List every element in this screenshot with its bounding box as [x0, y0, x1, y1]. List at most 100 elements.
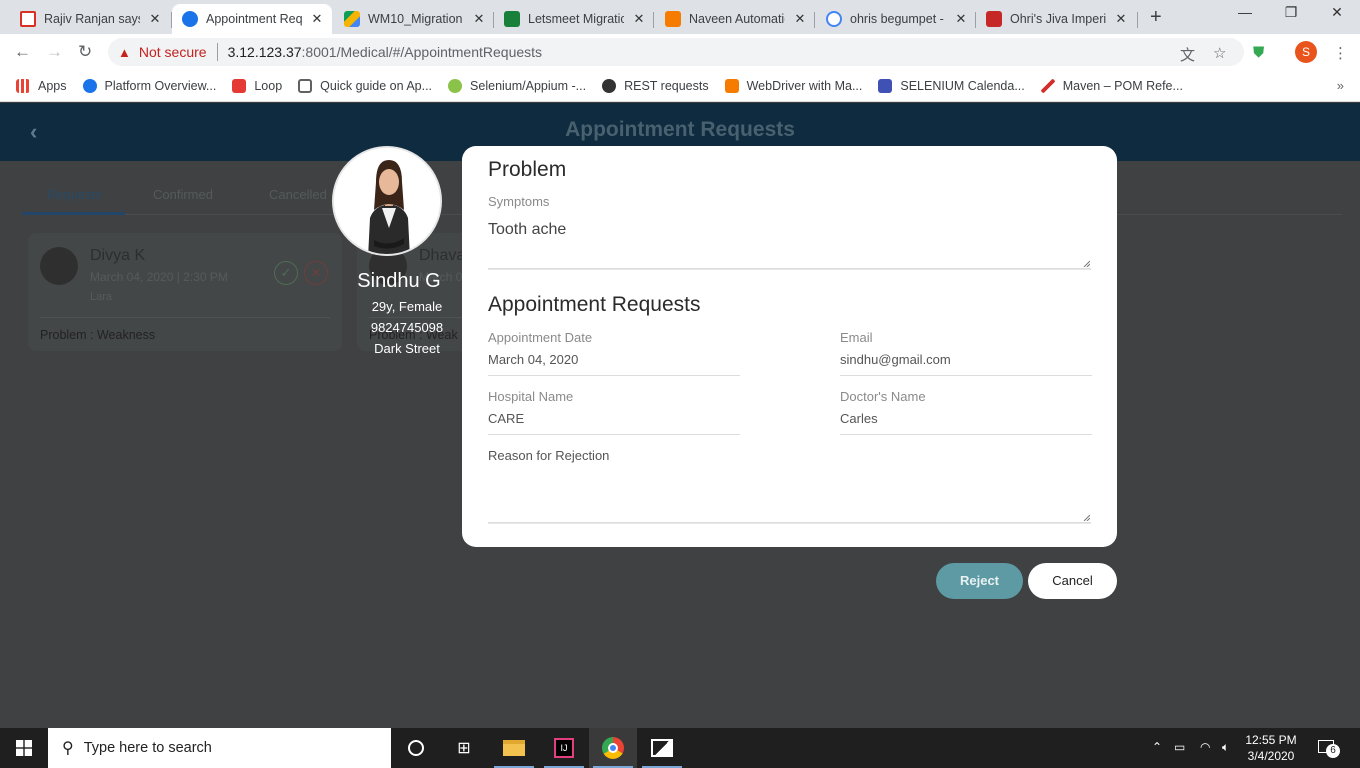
volume-icon[interactable]: 🔈︎: [1222, 740, 1229, 755]
avatar: [40, 247, 78, 285]
bookmark-webdriver[interactable]: WebDriver with Ma...: [724, 78, 863, 93]
resize-grip-icon[interactable]: [1082, 513, 1090, 521]
accept-icon[interactable]: ✓: [274, 261, 298, 285]
tab-title: WM10_Migration: [368, 12, 463, 26]
forward-arrow-icon[interactable]: →: [46, 42, 63, 62]
bookmark-loop[interactable]: Loop: [232, 78, 282, 93]
show-hidden-icons-icon[interactable]: ⌃: [1152, 740, 1162, 754]
url-host: 3.12.123.37: [227, 44, 302, 60]
card-date: March 04, 2020 | 2:30 PM: [90, 270, 228, 284]
url-text[interactable]: 3.12.123.37:8001/Medical/#/AppointmentRe…: [228, 44, 542, 60]
bookmark-favicon-icon: [232, 78, 247, 93]
tab-requests[interactable]: Requests: [47, 187, 102, 202]
bookmark-selenium-appium[interactable]: Selenium/Appium -...: [448, 78, 587, 93]
profile-avatar[interactable]: S: [1295, 41, 1317, 63]
warning-icon[interactable]: ▲: [118, 45, 131, 60]
reload-icon[interactable]: ↻: [78, 42, 92, 62]
reject-button[interactable]: Reject: [936, 563, 1023, 599]
bookmark-label: Quick guide on Ap...: [320, 78, 433, 93]
bookmark-label: Selenium/Appium -...: [470, 78, 587, 93]
shield-extension-icon[interactable]: ⛊: [1253, 44, 1264, 61]
bookmark-rest-requests[interactable]: REST requests: [602, 78, 709, 93]
tab-close-icon[interactable]: ✕: [148, 11, 162, 27]
restore-button[interactable]: ❐: [1268, 4, 1314, 21]
bookmark-label: WebDriver with Ma...: [746, 78, 863, 93]
file-explorer-icon[interactable]: [490, 728, 538, 768]
tab-ohris-begumpet[interactable]: ohris begumpet - ✕: [816, 4, 976, 34]
field-underline: [840, 375, 1092, 376]
request-card[interactable]: Divya K March 04, 2020 | 2:30 PM Lara ✓ …: [28, 233, 342, 351]
back-arrow-icon[interactable]: ←: [14, 42, 31, 62]
blogger-icon: [665, 11, 681, 27]
battery-icon[interactable]: ▭: [1174, 740, 1185, 754]
bookmarks-overflow-button[interactable]: »: [1337, 78, 1344, 93]
app-icon: [182, 11, 198, 27]
reject-icon[interactable]: ✕: [304, 261, 328, 285]
not-secure-label[interactable]: Not secure: [139, 44, 207, 60]
tab-wm10-migration[interactable]: WM10_Migration ✕: [334, 4, 494, 34]
tab-appointment-requests[interactable]: Appointment Requ ✕: [172, 4, 332, 34]
tab-separator: [653, 12, 654, 28]
cancel-button[interactable]: Cancel: [1028, 563, 1117, 599]
tab-close-icon[interactable]: ✕: [632, 11, 646, 27]
symptoms-field[interactable]: Tooth ache: [488, 209, 1091, 269]
bookmarks-bar: Apps Platform Overview... Loop Quick gui…: [0, 70, 1360, 102]
tab-separator: [1137, 12, 1138, 28]
intellij-icon[interactable]: IJ: [540, 728, 588, 768]
apps-grid-icon: [16, 78, 30, 93]
field-underline: [840, 434, 1092, 435]
system-clock[interactable]: 12:55 PM 3/4/2020: [1240, 732, 1302, 764]
menu-kebab-icon[interactable]: ⋮: [1333, 44, 1348, 62]
bookmark-label: Apps: [38, 78, 67, 93]
tab-close-icon[interactable]: ✕: [954, 11, 968, 27]
tab-close-icon[interactable]: ✕: [793, 11, 807, 27]
photos-icon[interactable]: [638, 728, 686, 768]
card-problem: Problem : Weakness: [40, 328, 156, 342]
active-tab-indicator: [22, 212, 125, 215]
bookmark-apps[interactable]: Apps: [16, 78, 67, 93]
field-underline: [488, 375, 740, 376]
cortana-icon[interactable]: [392, 728, 440, 768]
windows-start-icon[interactable]: [16, 740, 32, 756]
bookmark-selenium-calendar[interactable]: SELENIUM Calenda...: [878, 78, 1025, 93]
star-icon[interactable]: ☆: [1213, 44, 1226, 62]
minimize-button[interactable]: —: [1222, 4, 1268, 20]
email-value: sindhu@gmail.com: [840, 352, 951, 367]
bookmark-favicon-icon: [298, 78, 313, 93]
wifi-icon[interactable]: ◠: [1200, 740, 1210, 754]
tab-cancelled[interactable]: Cancelled: [269, 187, 327, 202]
tab-close-icon[interactable]: ✕: [310, 11, 324, 27]
symptoms-label: Symptoms: [488, 194, 550, 209]
resize-grip-icon[interactable]: [1082, 259, 1090, 267]
rejection-reason-field[interactable]: [488, 464, 1091, 523]
bookmark-maven-pom[interactable]: Maven – POM Refe...: [1040, 78, 1183, 93]
task-view-icon[interactable]: ⊞: [440, 728, 488, 768]
tab-confirmed[interactable]: Confirmed: [153, 187, 213, 202]
tab-letsmeet-migration[interactable]: Letsmeet Migratic ✕: [494, 4, 654, 34]
tab-title: ohris begumpet -: [850, 12, 944, 26]
feather-icon: [1040, 78, 1055, 93]
notification-center-icon[interactable]: 6: [1316, 738, 1340, 758]
chrome-icon[interactable]: [589, 728, 637, 768]
person-icon: [334, 148, 440, 254]
gmail-icon: [20, 11, 36, 27]
app-page: ‹ Appointment Requests Requests Confirme…: [0, 103, 1360, 728]
tab-ohris-jiva[interactable]: Ohri's Jiva Imperia ✕: [976, 4, 1138, 34]
taskbar-search-box[interactable]: ⚲ Type here to search: [48, 728, 391, 768]
new-tab-button[interactable]: +: [1150, 6, 1162, 29]
bookmark-platform-overview[interactable]: Platform Overview...: [82, 78, 216, 93]
tab-naveen-automation[interactable]: Naveen Automatic ✕: [655, 4, 815, 34]
address-bar[interactable]: ▲ Not secure 3.12.123.37:8001/Medical/#/…: [108, 38, 1244, 66]
bookmark-favicon-icon: [448, 78, 463, 93]
rejection-reason-label: Reason for Rejection: [488, 448, 610, 463]
tab-title: Appointment Requ: [206, 12, 302, 26]
tab-gmail[interactable]: Rajiv Ranjan says... ✕: [10, 4, 172, 34]
tab-close-icon[interactable]: ✕: [1114, 11, 1128, 27]
google-icon: [826, 11, 842, 27]
tab-close-icon[interactable]: ✕: [472, 11, 486, 27]
windows-taskbar: ⚲ Type here to search ⊞ IJ ⌃ ▭ ◠ 🔈︎ 12:5…: [0, 728, 1360, 768]
clock-date: 3/4/2020: [1247, 749, 1295, 763]
close-window-button[interactable]: ✕: [1314, 4, 1360, 21]
translate-icon[interactable]: 文: [1180, 44, 1195, 65]
bookmark-quick-guide[interactable]: Quick guide on Ap...: [298, 78, 433, 93]
